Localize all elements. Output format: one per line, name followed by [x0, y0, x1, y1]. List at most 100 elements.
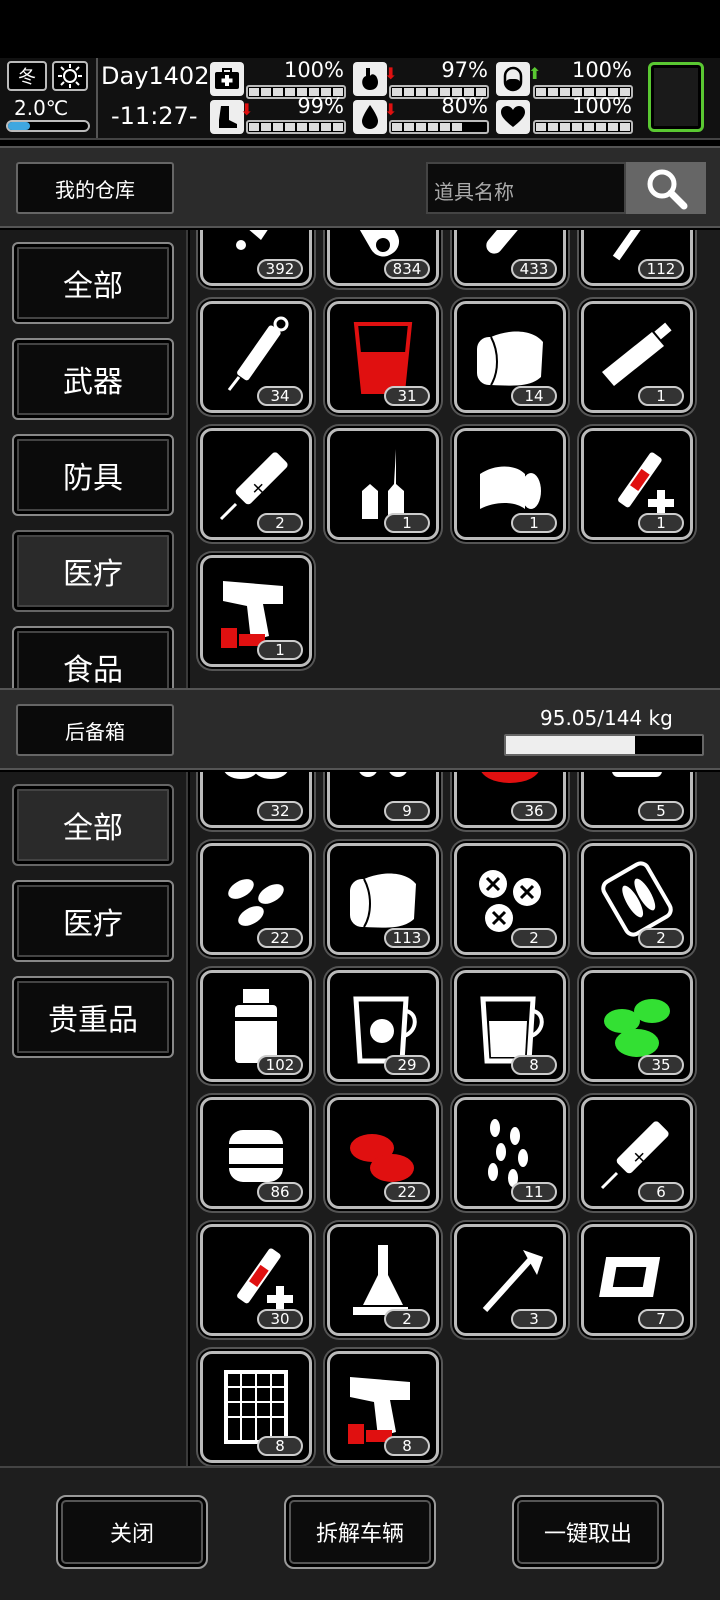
- trunk-item-slot[interactable]: 8: [200, 1351, 312, 1463]
- status-bar: 冬 2.0℃ Day1402 -11:27- 100% ⬇ 97% ⬆ 100%…: [0, 58, 720, 140]
- trunk-category-valuables[interactable]: 贵重品: [12, 976, 174, 1058]
- search-input[interactable]: 道具名称: [426, 162, 626, 214]
- warehouse-item-slot[interactable]: 433: [454, 230, 566, 286]
- warehouse-item-slot[interactable]: 1: [581, 301, 693, 413]
- thirst-value: 80%: [441, 94, 488, 118]
- close-button[interactable]: 关闭: [56, 1495, 208, 1569]
- trunk-item-slot[interactable]: 2: [581, 843, 693, 955]
- item-count: 392: [257, 259, 303, 279]
- dismantle-vehicle-button[interactable]: 拆解车辆: [284, 1495, 436, 1569]
- trunk-category-all[interactable]: 全部: [12, 784, 174, 866]
- trunk-item-slot[interactable]: 5: [581, 772, 693, 828]
- item-count: 112: [638, 259, 684, 279]
- trunk-item-slot[interactable]: 2: [327, 1224, 439, 1336]
- trunk-item-slot[interactable]: 35: [581, 970, 693, 1082]
- temperature: 2.0℃: [14, 96, 69, 120]
- temperature-bar: [6, 120, 90, 132]
- warehouse-item-slot[interactable]: 112: [581, 230, 693, 286]
- item-count: 433: [511, 259, 557, 279]
- item-count: 1: [257, 640, 303, 660]
- trunk-item-slot[interactable]: 22: [327, 1097, 439, 1209]
- item-count: 8: [511, 1055, 557, 1075]
- trunk-item-slot[interactable]: 36: [454, 772, 566, 828]
- trunk-item-slot[interactable]: 2: [454, 843, 566, 955]
- warehouse-item-slot[interactable]: 1: [327, 428, 439, 540]
- trunk-item-slot[interactable]: 22: [200, 843, 312, 955]
- stamina-value: 99%: [297, 94, 344, 118]
- trunk-item-slot[interactable]: 86: [200, 1097, 312, 1209]
- category-all[interactable]: 全部: [12, 242, 174, 324]
- clock: -11:27-: [111, 102, 198, 130]
- item-count: 834: [384, 259, 430, 279]
- warehouse-item-slot[interactable]: +2: [200, 428, 312, 540]
- item-count: 2: [511, 928, 557, 948]
- item-count: 31: [384, 386, 430, 406]
- item-count: 32: [257, 801, 303, 821]
- warehouse-item-slot[interactable]: 1: [200, 555, 312, 667]
- trunk-item-slot[interactable]: 11: [454, 1097, 566, 1209]
- warehouse-title: 我的仓库: [16, 162, 174, 214]
- item-count: 9: [384, 801, 430, 821]
- warehouse-header: 我的仓库 道具名称: [0, 146, 720, 228]
- leg-icon: [210, 100, 244, 134]
- item-count: 1: [638, 513, 684, 533]
- trunk-category-list: 全部 医疗 贵重品: [0, 772, 188, 1466]
- energy-value: 100%: [571, 58, 632, 82]
- warehouse-item-grid: 392 834 433 112 34 31 14 1 +2 1 1 1 1: [190, 230, 720, 688]
- warehouse-category-list: 全部 武器 防具 医疗 食品: [0, 230, 188, 688]
- warehouse-item-slot[interactable]: 1: [454, 428, 566, 540]
- trunk-item-slot[interactable]: 3: [454, 1224, 566, 1336]
- warehouse-item-slot[interactable]: 14: [454, 301, 566, 413]
- search-icon: [647, 169, 688, 210]
- category-medical[interactable]: 医疗: [12, 530, 174, 612]
- warehouse-item-slot[interactable]: 392: [200, 230, 312, 286]
- trunk-item-slot[interactable]: 113: [327, 843, 439, 955]
- trunk-category-medical[interactable]: 医疗: [12, 880, 174, 962]
- thirst-bar: [389, 120, 489, 134]
- trunk-item-slot[interactable]: 7: [581, 1224, 693, 1336]
- season-label: 冬: [18, 67, 36, 88]
- category-food[interactable]: 食品: [12, 626, 174, 688]
- trunk-item-slot[interactable]: 8: [327, 1351, 439, 1463]
- health-value: 100%: [283, 58, 344, 82]
- item-count: 14: [511, 386, 557, 406]
- item-count: 2: [638, 928, 684, 948]
- item-count: 1: [638, 386, 684, 406]
- trunk-item-slot[interactable]: 29: [327, 970, 439, 1082]
- trunk-weight: 95.05/144 kg: [540, 706, 673, 730]
- item-count: 102: [257, 1055, 303, 1075]
- item-count: 2: [257, 513, 303, 533]
- heart-icon: [496, 100, 530, 134]
- item-count: 22: [384, 1182, 430, 1202]
- trunk-item-slot[interactable]: 32: [200, 772, 312, 828]
- warehouse-item-slot[interactable]: 34: [200, 301, 312, 413]
- item-count: 30: [257, 1309, 303, 1329]
- item-count: 2: [384, 1309, 430, 1329]
- trunk-item-slot[interactable]: 8: [454, 970, 566, 1082]
- mood-value: 100%: [571, 94, 632, 118]
- warehouse-item-slot[interactable]: 1: [581, 428, 693, 540]
- item-count: 8: [384, 1436, 430, 1456]
- sun-icon: [52, 61, 88, 91]
- weight-bar: [504, 734, 704, 756]
- trunk-item-slot[interactable]: +6: [581, 1097, 693, 1209]
- warehouse-item-slot[interactable]: 834: [327, 230, 439, 286]
- trunk-item-slot[interactable]: 9: [327, 772, 439, 828]
- item-count: 3: [511, 1309, 557, 1329]
- trunk-item-slot[interactable]: 30: [200, 1224, 312, 1336]
- day-counter: Day1402: [101, 62, 210, 90]
- category-armor[interactable]: 防具: [12, 434, 174, 516]
- menu-button[interactable]: [648, 62, 704, 132]
- item-count: 6: [638, 1182, 684, 1202]
- trunk-item-slot[interactable]: 102: [200, 970, 312, 1082]
- category-weapons[interactable]: 武器: [12, 338, 174, 420]
- stamina-bar: [246, 120, 346, 134]
- first-aid-icon: [210, 62, 244, 96]
- take-all-button[interactable]: 一键取出: [512, 1495, 664, 1569]
- hunger-value: 97%: [441, 58, 488, 82]
- warehouse-item-slot[interactable]: 31: [327, 301, 439, 413]
- item-count: 86: [257, 1182, 303, 1202]
- search-button[interactable]: [626, 162, 706, 214]
- item-count: 1: [511, 513, 557, 533]
- item-count: 7: [638, 1309, 684, 1329]
